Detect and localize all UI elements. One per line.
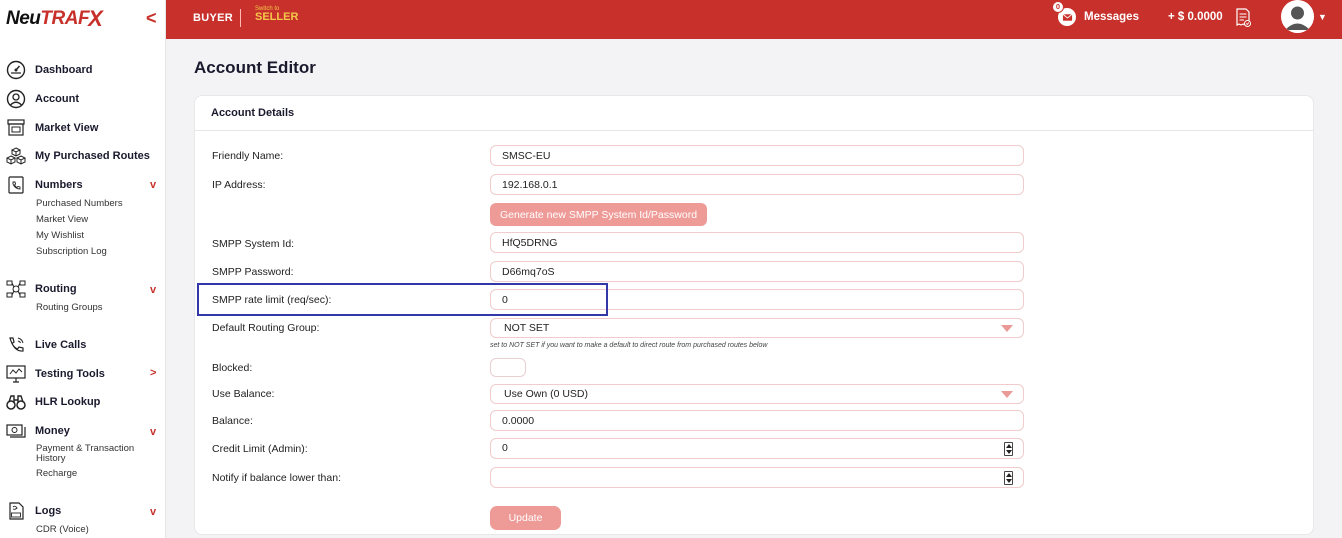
messages-button[interactable]: 0 Messages (1052, 1, 1139, 26)
sidebar-collapse-button[interactable]: < (146, 8, 157, 29)
notify-balance-label: Notify if balance lower than: (212, 472, 341, 484)
routing-group-hint: set to NOT SET if you want to make a def… (490, 342, 768, 349)
sidebar-item-label: Logs (35, 505, 62, 517)
sidebar-item-dashboard[interactable]: Dashboard (5, 59, 92, 81)
top-bar: BUYER Switch to SELLER 0 Messages + $ 0.… (166, 0, 1342, 39)
blocked-toggle[interactable] (490, 358, 526, 377)
sidebar-item-numbers[interactable]: Numbers (5, 174, 83, 196)
sidebar-item-hlr-lookup[interactable]: HLR Lookup (5, 391, 100, 413)
use-balance-value: Use Own (0 USD) (504, 388, 589, 400)
default-routing-group-value: NOT SET (504, 322, 550, 334)
credit-limit-value: 0 (502, 442, 508, 454)
dashboard-gauge-icon (5, 59, 27, 81)
seller-label: SELLER (255, 11, 299, 23)
log-file-icon (5, 500, 27, 522)
sidebar-item-label: Market View (35, 122, 99, 134)
user-avatar[interactable] (1281, 0, 1314, 33)
topbar-divider (240, 9, 241, 27)
friendly-name-label: Friendly Name: (212, 150, 284, 162)
user-circle-icon (5, 88, 27, 110)
number-spinner-icon[interactable] (1004, 471, 1013, 485)
testing-tools-chevron-icon[interactable]: > (150, 367, 156, 379)
market-stall-icon (5, 117, 27, 139)
invoice-icon[interactable] (1234, 8, 1252, 28)
credit-limit-input[interactable]: 0 (490, 438, 1024, 459)
sidebar-item-label: My Purchased Routes (35, 150, 150, 162)
sidebar-item-label: Money (35, 425, 70, 437)
sidebar-item-label: HLR Lookup (35, 396, 101, 408)
sidebar-subitem-purchased-numbers[interactable]: Purchased Numbers (36, 198, 123, 209)
smpp-system-id-input[interactable] (490, 232, 1024, 253)
network-icon (5, 278, 27, 300)
sidebar-item-routing[interactable]: Routing (5, 278, 77, 300)
money-bills-icon (5, 420, 27, 442)
sidebar-item-label: Live Calls (35, 339, 87, 351)
credit-limit-label: Credit Limit (Admin): (212, 443, 308, 455)
messages-count-badge: 0 (1052, 1, 1064, 13)
messages-label: Messages (1084, 11, 1139, 23)
monitor-tools-icon (5, 363, 27, 385)
rate-limit-highlight-box (197, 283, 608, 316)
phone-book-icon (5, 174, 27, 196)
sidebar-item-live-calls[interactable]: Live Calls (5, 334, 86, 356)
balance-input[interactable] (490, 410, 1024, 431)
sidebar-subitem-market-view[interactable]: Market View (36, 214, 88, 225)
ip-address-label: IP Address: (212, 179, 266, 191)
update-button[interactable]: Update (490, 506, 561, 530)
sidebar-item-label: Numbers (35, 179, 83, 191)
numbers-chevron-icon[interactable]: v (150, 179, 156, 191)
generate-smpp-credentials-button[interactable]: Generate new SMPP System Id/Password (490, 203, 707, 226)
sidebar-item-purchased-routes[interactable]: My Purchased Routes (5, 145, 150, 167)
blocked-label: Blocked: (212, 362, 253, 374)
avatar-dropdown-icon[interactable]: ▼ (1318, 12, 1327, 22)
sidebar-item-account[interactable]: Account (5, 88, 79, 110)
sidebar-item-label: Testing Tools (35, 368, 105, 380)
sidebar: NeuTRAF X < Dashboard Account Market View… (0, 0, 166, 538)
brand-name-suffix: TRAF (40, 8, 90, 29)
sidebar-item-label: Account (35, 93, 79, 105)
sidebar-subitem-payment-history[interactable]: Payment & Transaction History (36, 444, 146, 464)
logs-chevron-icon[interactable]: v (150, 506, 156, 518)
switch-to-seller-button[interactable]: Switch to SELLER (255, 6, 298, 23)
sidebar-subitem-my-wishlist[interactable]: My Wishlist (36, 230, 84, 241)
notify-balance-input[interactable] (490, 467, 1024, 488)
balance-display[interactable]: + $ 0.0000 (1168, 11, 1223, 23)
sidebar-item-label: Dashboard (35, 64, 93, 76)
routing-chevron-icon[interactable]: v (150, 284, 156, 296)
default-routing-group-select[interactable]: NOT SET (490, 318, 1024, 338)
balance-label: Balance: (212, 415, 253, 427)
friendly-name-input[interactable] (490, 145, 1024, 166)
sidebar-item-label: Routing (35, 283, 77, 295)
boxes-icon (5, 145, 27, 167)
brand-name-prefix: Neu (6, 8, 41, 29)
dropdown-arrow-icon (1001, 325, 1013, 332)
page-title: Account Editor (194, 58, 316, 77)
money-chevron-icon[interactable]: v (150, 426, 156, 438)
number-spinner-icon[interactable] (1004, 442, 1013, 456)
card-title: Account Details (211, 107, 295, 119)
default-routing-group-label: Default Routing Group: (212, 322, 320, 334)
sidebar-subitem-cdr-voice[interactable]: CDR (Voice) (36, 524, 89, 535)
ip-address-input[interactable] (490, 174, 1024, 195)
sidebar-subitem-subscription-log[interactable]: Subscription Log (36, 246, 107, 257)
brand-x-mark: X (88, 6, 103, 31)
binoculars-icon (5, 391, 27, 413)
sidebar-item-money[interactable]: Money (5, 420, 70, 442)
dropdown-arrow-icon (1001, 391, 1013, 398)
smpp-password-input[interactable] (490, 261, 1024, 282)
sidebar-subitem-routing-groups[interactable]: Routing Groups (36, 302, 103, 313)
use-balance-select[interactable]: Use Own (0 USD) (490, 384, 1024, 404)
phone-call-icon (5, 334, 27, 356)
sidebar-item-market-view[interactable]: Market View (5, 117, 98, 139)
smpp-password-label: SMPP Password: (212, 266, 294, 278)
envelope-icon: 0 (1052, 1, 1076, 26)
sidebar-item-logs[interactable]: Logs (5, 500, 61, 522)
smpp-system-id-label: SMPP System Id: (212, 238, 295, 250)
sidebar-subitem-recharge[interactable]: Recharge (36, 468, 77, 479)
buyer-mode-button[interactable]: BUYER (193, 12, 233, 24)
sidebar-item-testing-tools[interactable]: Testing Tools (5, 363, 105, 385)
use-balance-label: Use Balance: (212, 388, 275, 400)
brand-logo[interactable]: NeuTRAF X (6, 6, 103, 32)
card-divider (195, 130, 1313, 131)
